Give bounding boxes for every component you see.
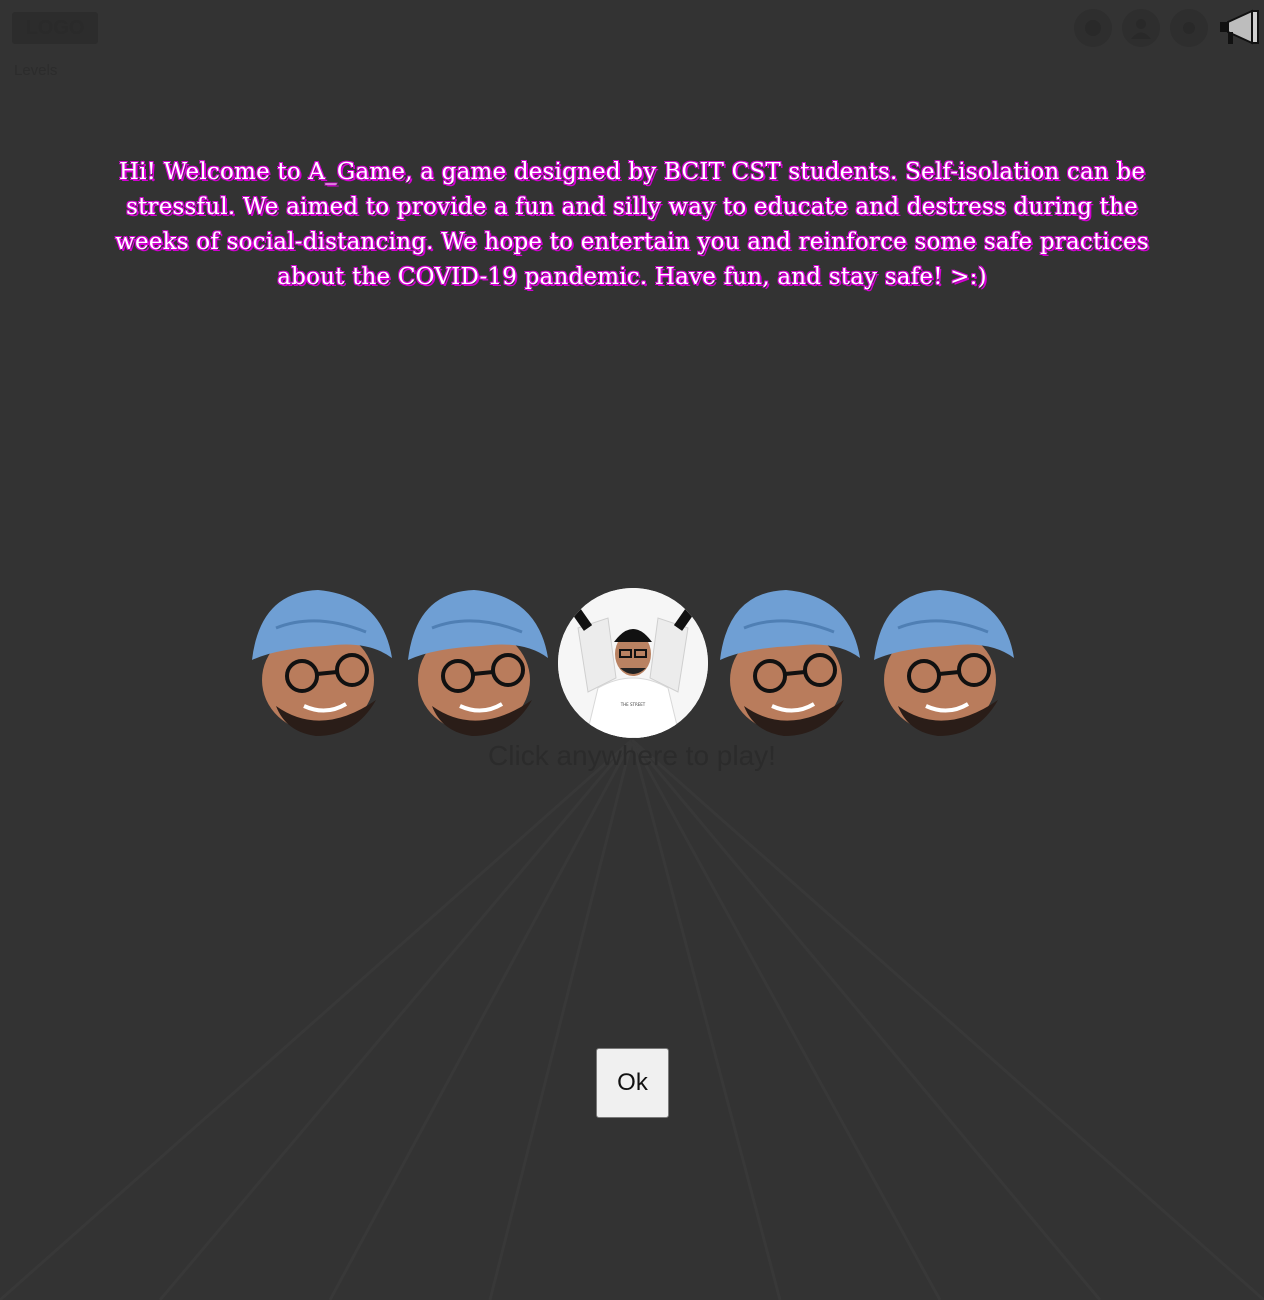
levels-label[interactable]: Levels [14,62,57,79]
profile-icon[interactable] [1122,9,1160,47]
svg-text:THE STREET: THE STREET [620,702,646,707]
ok-button[interactable]: Ok [596,1048,669,1118]
megaphone-icon[interactable] [1218,8,1262,48]
click-to-play-hint: Click anywhere to play! [488,740,776,771]
face-avatar-3 [720,590,860,736]
top-toolbar [1074,8,1262,48]
game-page[interactable]: LOGO Levels Hi! Welcome to A_Game, a gam… [0,0,1264,1300]
player-photo-avatar[interactable]: THE STREET [558,588,708,738]
game-logo[interactable]: LOGO [12,12,98,44]
face-avatar-4 [874,590,1014,736]
settings-icon[interactable] [1170,9,1208,47]
welcome-message: Hi! Welcome to A_Game, a game designed b… [115,159,1149,290]
face-avatar-1 [252,590,392,736]
face-avatar-2 [408,590,548,736]
info-icon[interactable] [1074,9,1112,47]
character-row: THE STREET [246,588,1020,740]
